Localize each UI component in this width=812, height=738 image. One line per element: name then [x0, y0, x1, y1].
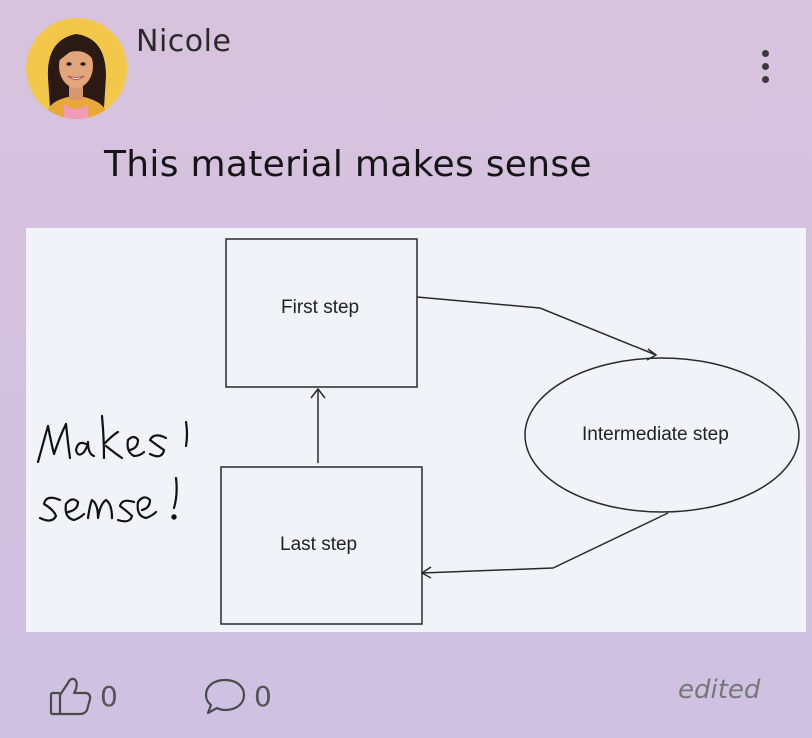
connector-intermediate-to-last	[421, 512, 669, 574]
last-step-label: Last step	[280, 534, 358, 555]
thumbs-up-icon	[49, 677, 92, 716]
comment-bubble-icon	[204, 678, 246, 715]
avatar[interactable]	[26, 18, 127, 119]
comment-button[interactable]: 0	[202, 672, 272, 720]
attached-diagram[interactable]: First step Intermediate step Last step	[26, 228, 806, 632]
dot-icon	[762, 63, 769, 70]
intermediate-step-label: Intermediate step	[582, 424, 729, 445]
like-button[interactable]: 0	[48, 672, 118, 720]
dot-icon	[762, 76, 769, 83]
connector-first-to-intermediate	[416, 296, 657, 356]
avatar-portrait	[26, 18, 127, 119]
comment-count: 0	[254, 679, 272, 713]
edited-label: edited	[678, 675, 761, 705]
first-step-label: First step	[281, 297, 360, 318]
author-name[interactable]: Nicole	[136, 24, 231, 59]
dot-icon	[762, 50, 769, 57]
handwritten-note-makes-sense	[36, 414, 189, 523]
post-text: This material makes sense	[104, 144, 592, 185]
more-options-button[interactable]	[748, 46, 782, 86]
like-count: 0	[100, 679, 118, 713]
post-card: Nicole This material makes sense First s…	[0, 0, 812, 738]
